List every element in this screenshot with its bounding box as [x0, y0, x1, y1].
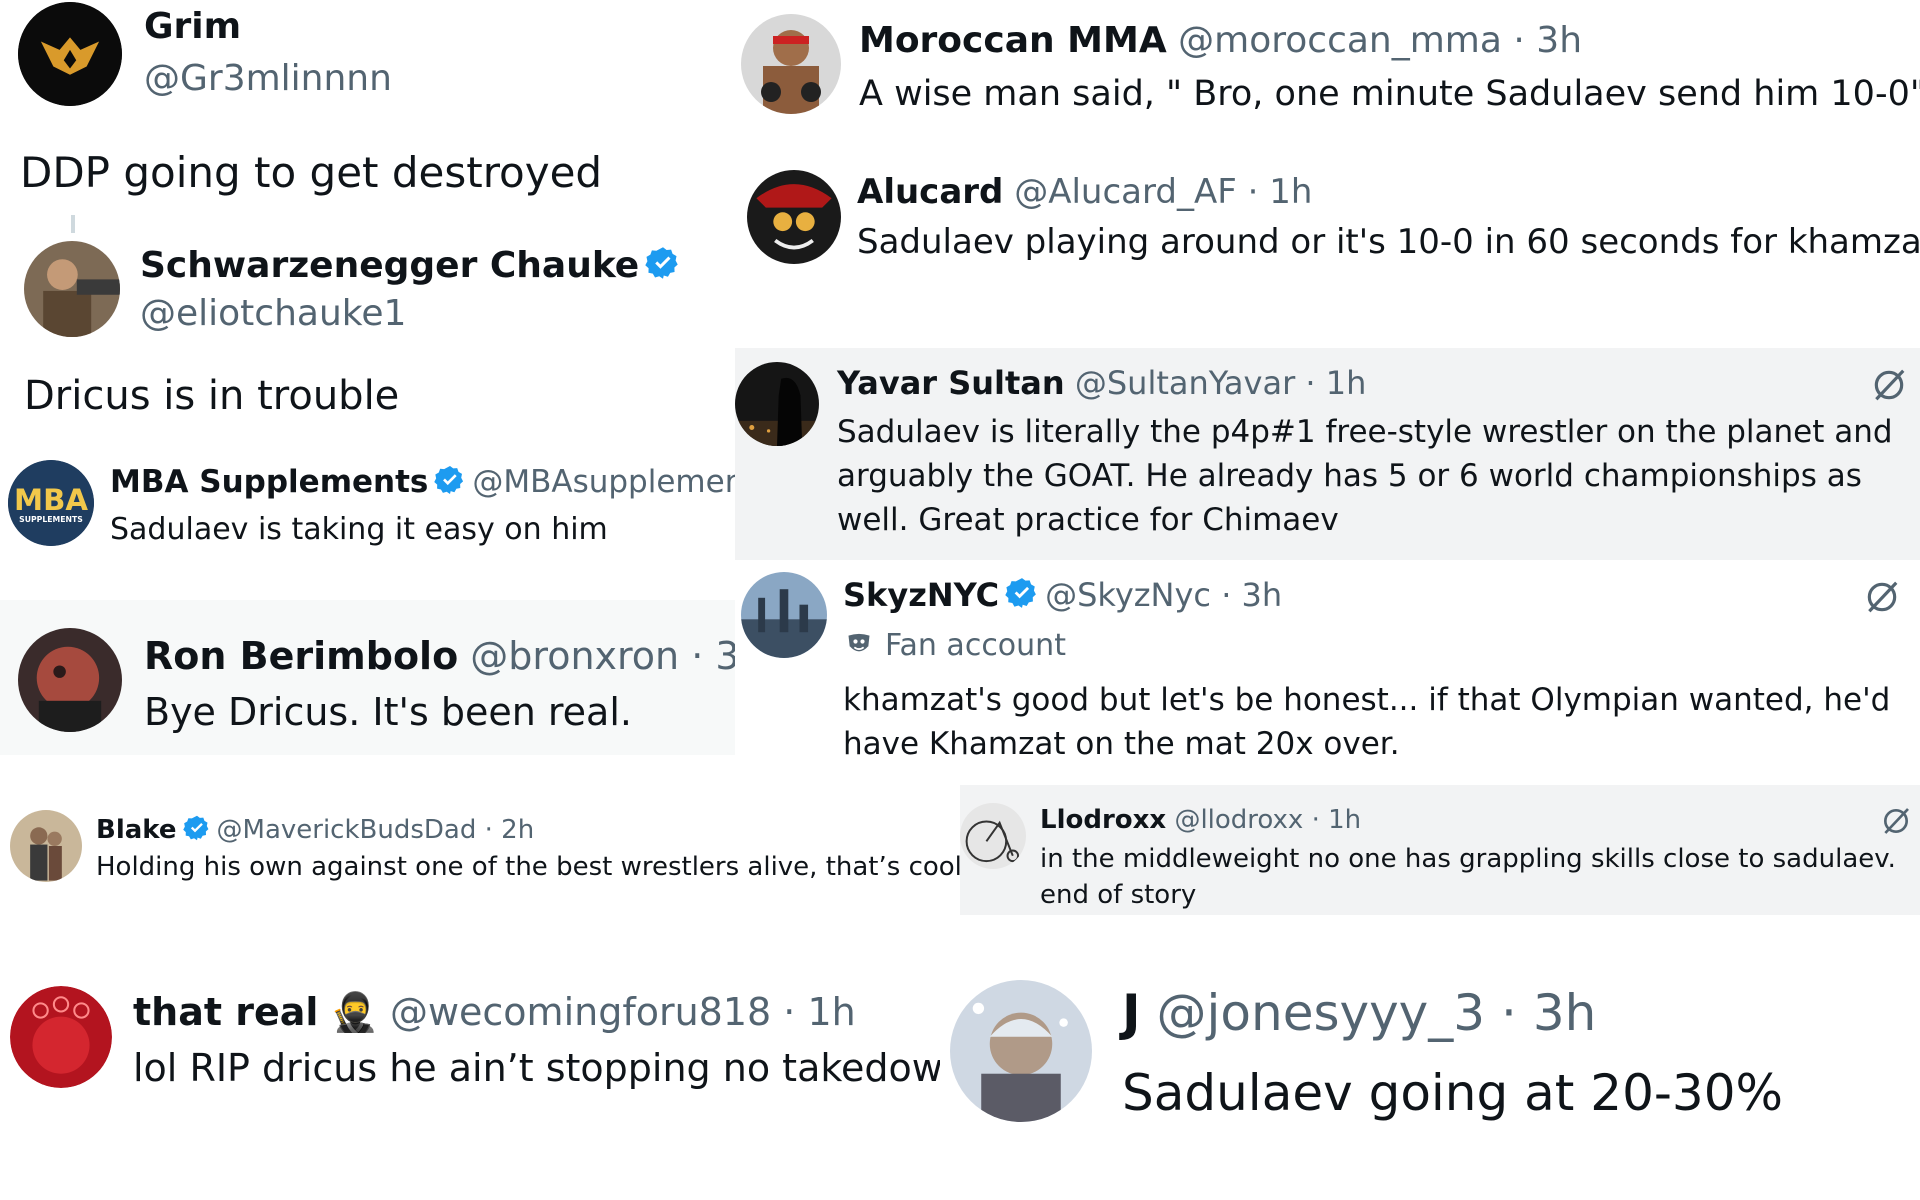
post-text: Holding his own against one of the best …: [96, 852, 960, 882]
display-name[interactable]: that real: [133, 990, 318, 1034]
timestamp[interactable]: 3h: [1533, 984, 1597, 1042]
display-name[interactable]: Grim: [144, 6, 241, 47]
avatar[interactable]: [10, 810, 82, 882]
post-text: Sadulaev is literally the p4p#1 free-sty…: [837, 414, 1893, 538]
grok-icon[interactable]: [1880, 805, 1912, 841]
username[interactable]: @jonesyyy_3: [1157, 984, 1486, 1042]
verified-badge-icon: [645, 245, 681, 281]
post-skyznyc[interactable]: SkyzNYC @SkyzNyc · 3h Fan account khamzat…: [735, 568, 1920, 768]
avatar[interactable]: [24, 241, 120, 337]
verified-badge-icon: [182, 814, 211, 842]
post-j[interactable]: J @jonesyyy_3 · 3h Sadulaev going at 20-…: [940, 960, 1920, 1140]
display-name[interactable]: J: [1122, 984, 1141, 1042]
avatar[interactable]: [18, 2, 122, 106]
post-text: Sadulaev playing around or it's 10-0 in …: [857, 222, 1920, 262]
mba-logo-subtext: SUPPLEMENTS: [19, 515, 83, 524]
post-text: Sadulaev going at 20-30%: [1122, 1064, 1784, 1122]
fan-account-label: Fan account: [885, 628, 1066, 663]
username[interactable]: @SultanYavar: [1075, 364, 1295, 402]
avatar[interactable]: [741, 572, 827, 658]
timestamp[interactable]: 2h: [501, 815, 534, 845]
post-text: Dricus is in trouble: [24, 373, 400, 419]
display-name[interactable]: Schwarzenegger Chauke: [140, 245, 639, 286]
timestamp[interactable]: 3h: [1242, 576, 1283, 614]
post-blake[interactable]: Blake @MaverickBudsDad · 2h Holding his o…: [0, 798, 960, 918]
post-text: A wise man said, " Bro, one minute Sadul…: [859, 74, 1920, 114]
post-text: khamzat's good but let's be honest... if…: [843, 682, 1891, 762]
grok-icon[interactable]: [1863, 578, 1901, 620]
display-name[interactable]: Ron Berimbolo: [144, 634, 458, 678]
post-text: lol RIP dricus he ain’t stopping no take…: [133, 1046, 940, 1090]
display-name[interactable]: Blake: [96, 815, 177, 845]
display-name[interactable]: SkyzNYC: [843, 576, 999, 614]
display-name[interactable]: Alucard: [857, 172, 1003, 212]
mask-icon: [845, 631, 873, 667]
avatar[interactable]: [747, 170, 841, 264]
username[interactable]: @bronxron: [470, 634, 679, 678]
avatar[interactable]: [18, 628, 122, 732]
post-text: Bye Dricus. It's been real.: [144, 690, 632, 734]
avatar[interactable]: [10, 986, 112, 1088]
post-text: in the middleweight no one has grappling…: [1040, 844, 1896, 910]
avatar[interactable]: [960, 803, 1026, 869]
timestamp[interactable]: 3h: [1536, 20, 1582, 61]
timestamp[interactable]: 1h: [807, 990, 855, 1034]
grok-icon[interactable]: [1870, 366, 1908, 408]
display-name[interactable]: MBA Supplements: [110, 464, 428, 500]
username[interactable]: @Alucard_AF: [1014, 172, 1237, 212]
post-yavar-sultan[interactable]: Yavar Sultan @SultanYavar · 1h Sadulaev …: [735, 348, 1920, 560]
username[interactable]: @SkyzNyc: [1045, 576, 1211, 614]
post-text: DDP going to get destroyed: [20, 148, 600, 197]
post-that-real[interactable]: that real 🥷 @wecomingforu818 · 1h lol RI…: [0, 960, 940, 1120]
username[interactable]: @MaverickBudsDad: [217, 815, 477, 845]
username[interactable]: @eliotchauke1: [140, 293, 406, 334]
post-mba-supplements[interactable]: MBA SUPPLEMENTS MBA Supplements @MBAsupple…: [0, 450, 735, 590]
avatar[interactable]: MBA SUPPLEMENTS: [8, 460, 94, 546]
post-grim[interactable]: Grim @Gr3mlinnnn DDP going to get destro…: [0, 0, 600, 215]
timestamp[interactable]: 1h: [1269, 172, 1312, 212]
username[interactable]: @Gr3mlinnnn: [144, 58, 392, 99]
verified-badge-icon: [1005, 576, 1039, 610]
timestamp[interactable]: 1h: [1328, 805, 1361, 835]
avatar[interactable]: [741, 14, 841, 114]
avatar[interactable]: [735, 362, 819, 446]
username[interactable]: @moroccan_mma: [1178, 20, 1502, 61]
username[interactable]: @llodroxx: [1174, 805, 1303, 835]
post-moroccan-mma[interactable]: Moroccan MMA @moroccan_mma · 3h A wise m…: [735, 0, 1920, 150]
timestamp[interactable]: 3h: [715, 634, 735, 678]
post-ron-berimbolo[interactable]: Ron Berimbolo @bronxron · 3h Bye Dricus.…: [0, 600, 735, 755]
verified-badge-icon: [434, 464, 466, 496]
mba-logo-text: MBA: [14, 483, 88, 517]
post-text: Sadulaev is taking it easy on him: [110, 512, 608, 547]
display-name[interactable]: Llodroxx: [1040, 805, 1166, 835]
post-alucard[interactable]: Alucard @Alucard_AF · 1h Sadulaev playin…: [735, 160, 1920, 340]
username[interactable]: @wecomingforu818: [390, 990, 771, 1034]
ninja-emoji-icon: 🥷: [330, 990, 378, 1034]
display-name[interactable]: Yavar Sultan: [837, 364, 1065, 402]
avatar[interactable]: [950, 980, 1092, 1122]
display-name[interactable]: Moroccan MMA: [859, 20, 1167, 61]
thread-line: [71, 215, 75, 233]
post-llodroxx[interactable]: Llodroxx @llodroxx · 1h in the middlewei…: [960, 785, 1920, 915]
username[interactable]: @MBAsupplements: [472, 464, 735, 500]
timestamp[interactable]: 1h: [1326, 364, 1367, 402]
post-schwarzenegger[interactable]: Schwarzenegger Chauke @eliotchauke1 Dric…: [0, 215, 700, 440]
